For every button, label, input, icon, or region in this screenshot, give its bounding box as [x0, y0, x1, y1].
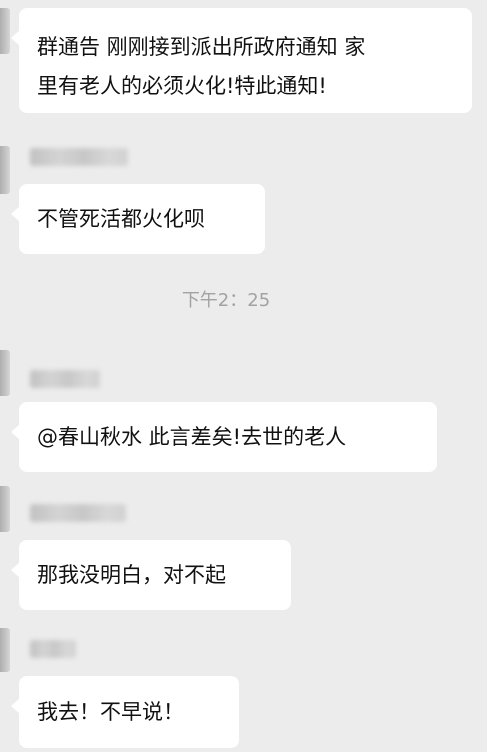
- avatar[interactable]: [0, 350, 10, 396]
- message-text: 我去！不早说！: [37, 700, 184, 724]
- message-text: 群通告 刚刚接到派出所政府通知 家: [37, 35, 366, 59]
- message-bubble: 不管死活都火化呗: [11, 184, 265, 254]
- timestamp: 下午2：25: [181, 290, 271, 311]
- message-text: 那我没明白，对不起: [37, 563, 226, 587]
- message-text: 里有老人的必须火化!特此通知!: [37, 74, 327, 98]
- message-bubble: 那我没明白，对不起: [11, 540, 291, 610]
- message-bubble: @春山秋水 此言差矣!去世的老人: [11, 402, 437, 472]
- avatar[interactable]: [0, 8, 10, 54]
- message-text: @春山秋水 此言差矣!去世的老人: [37, 425, 347, 449]
- sender-name: [30, 640, 76, 658]
- sender-name: [30, 370, 100, 388]
- message-bubble: 我去！不早说！: [11, 676, 239, 748]
- avatar[interactable]: [0, 628, 10, 672]
- message-bubble: 群通告 刚刚接到派出所政府通知 家 里有老人的必须火化!特此通知!: [11, 8, 472, 113]
- sender-name: [30, 148, 128, 166]
- avatar[interactable]: [0, 486, 10, 532]
- avatar[interactable]: [0, 146, 10, 194]
- message-text: 不管死活都火化呗: [37, 207, 205, 231]
- sender-name: [30, 504, 126, 522]
